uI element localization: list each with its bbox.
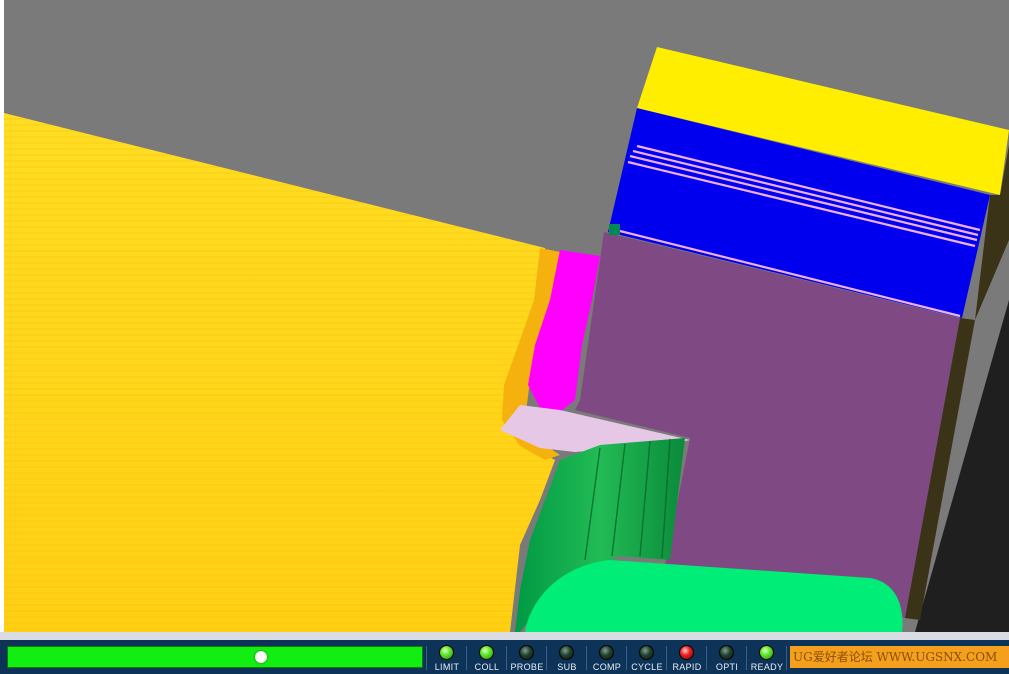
status-led-icon bbox=[599, 645, 614, 660]
status-led-icon bbox=[439, 645, 454, 660]
indicator-label: COMP bbox=[592, 662, 622, 672]
machining-simulation-viewport[interactable] bbox=[0, 0, 1009, 632]
status-led-icon bbox=[519, 645, 534, 660]
indicator-cycle: CYCLE bbox=[627, 643, 667, 673]
indicator-separator bbox=[666, 646, 667, 670]
indicator-separator bbox=[786, 646, 787, 670]
indicator-label: LIMIT bbox=[434, 662, 460, 672]
status-led-icon bbox=[679, 645, 694, 660]
indicator-separator bbox=[706, 646, 707, 670]
indicator-label: RAPID bbox=[672, 662, 702, 672]
status-led-icon bbox=[479, 645, 494, 660]
indicator-separator bbox=[506, 646, 507, 670]
indicator-limit: LIMIT bbox=[427, 643, 467, 673]
status-led-icon bbox=[559, 645, 574, 660]
simulation-scene bbox=[0, 0, 1009, 632]
indicator-label: CYCLE bbox=[631, 662, 663, 672]
indicator-coll: COLL bbox=[467, 643, 507, 673]
indicator-comp: COMP bbox=[587, 643, 627, 673]
status-led-icon bbox=[639, 645, 654, 660]
indicator-probe: PROBE bbox=[507, 643, 547, 673]
progress-slider-knob[interactable] bbox=[254, 651, 267, 663]
left-border bbox=[0, 0, 4, 632]
clamp-marker bbox=[609, 224, 620, 235]
indicator-separator bbox=[586, 646, 587, 670]
indicator-opti: OPTI bbox=[707, 643, 747, 673]
status-led-icon bbox=[759, 645, 774, 660]
indicator-separator bbox=[466, 646, 467, 670]
indicator-label: PROBE bbox=[510, 662, 544, 672]
indicator-label: COLL bbox=[474, 662, 500, 672]
indicator-separator bbox=[746, 646, 747, 670]
status-led-icon bbox=[719, 645, 734, 660]
indicator-separator bbox=[426, 646, 427, 670]
indicator-ready: READY bbox=[747, 643, 787, 673]
indicator-sub: SUB bbox=[547, 643, 587, 673]
indicator-rapid: RAPID bbox=[667, 643, 707, 673]
indicator-label: OPTI bbox=[715, 662, 739, 672]
indicator-separator bbox=[626, 646, 627, 670]
simulation-progress-bar[interactable] bbox=[7, 646, 423, 668]
viewport-separator bbox=[0, 632, 1009, 640]
indicator-separator bbox=[546, 646, 547, 670]
indicator-label: SUB bbox=[557, 662, 577, 672]
watermark-banner: UG爱好者论坛 WWW.UGSNX.COM bbox=[790, 646, 1009, 668]
indicator-label: READY bbox=[750, 662, 784, 672]
